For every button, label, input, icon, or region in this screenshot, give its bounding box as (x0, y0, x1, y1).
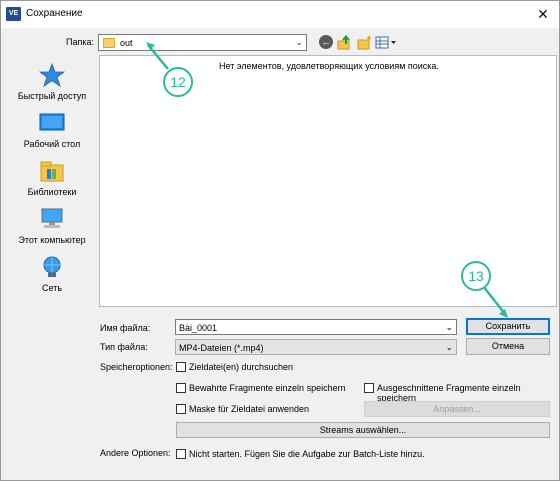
place-quick-access[interactable]: Быстрый доступ (6, 63, 98, 108)
place-label: Сеть (41, 283, 63, 293)
lookin-label: Папка: (66, 37, 94, 47)
desktop-icon (39, 113, 65, 131)
mask-checkbox[interactable] (176, 404, 186, 414)
lookin-combobox[interactable]: out ⌄ (98, 34, 307, 51)
cut-fragments-label: Ausgeschnittene Fragmente einzeln speich… (377, 383, 521, 403)
no-start-label: Nicht starten. Fügen Sie die Aufgabe zur… (189, 449, 425, 459)
filename-label: Имя файла: (100, 323, 151, 333)
folder-icon (103, 38, 115, 48)
chevron-down-icon: ⌄ (445, 322, 453, 332)
search-targets-checkbox[interactable] (176, 362, 186, 372)
new-folder-icon (357, 36, 371, 50)
chevron-down-icon: ⌄ (295, 37, 303, 47)
back-button[interactable]: ← (319, 35, 333, 49)
filetype-value: MP4-Dateien (*.mp4) (179, 343, 264, 353)
search-targets-label: Zieldatei(en) durchsuchen (189, 362, 294, 372)
close-button[interactable]: ✕ (531, 3, 555, 25)
title-bar: VE Сохранение ✕ (1, 1, 559, 28)
filetype-select[interactable]: MP4-Dateien (*.mp4) ⌄ (175, 339, 457, 355)
app-icon: VE (6, 7, 21, 21)
cut-fragments-checkbox[interactable] (364, 383, 374, 393)
filename-input[interactable]: Bài_0001 ⌄ (175, 319, 457, 335)
view-grid-icon (375, 36, 396, 49)
other-options-label: Andere Optionen: (100, 448, 171, 458)
callout-13: 13 (461, 261, 491, 291)
computer-icon (41, 208, 63, 228)
network-icon (43, 256, 61, 277)
up-folder-button[interactable] (337, 34, 352, 50)
place-desktop[interactable]: Рабочий стол (6, 111, 98, 156)
new-folder-button[interactable] (357, 35, 372, 50)
place-label: Этот компьютер (18, 235, 86, 245)
window-title: Сохранение (26, 8, 83, 19)
storage-options-label: Speicheroptionen: (100, 362, 173, 372)
chevron-down-icon: ⌄ (445, 342, 453, 352)
places-bar: Быстрый доступ Рабочий стол Библиотеки Э… (6, 55, 98, 305)
filetype-label: Тип файла: (100, 342, 148, 352)
view-menu-button[interactable] (375, 35, 397, 50)
library-icon (40, 161, 64, 182)
streams-button[interactable]: Streams auswählen... (176, 422, 550, 438)
save-dialog: VE Сохранение ✕ Папка: out ⌄ ← Быстрый д… (0, 0, 560, 481)
customize-button[interactable]: Anpassen... (364, 401, 550, 417)
filename-value: Bài_0001 (179, 323, 218, 333)
lookin-value: out (120, 38, 133, 48)
mask-label: Maske für Zieldatei anwenden (189, 404, 310, 414)
up-folder-icon (337, 34, 350, 50)
keep-fragments-checkbox[interactable] (176, 383, 186, 393)
callout-12: 12 (163, 67, 193, 97)
no-start-checkbox[interactable] (176, 449, 186, 459)
back-arrow-icon: ← (321, 37, 331, 47)
place-this-pc[interactable]: Этот компьютер (6, 207, 98, 252)
place-label: Быстрый доступ (17, 91, 87, 101)
save-button[interactable]: Сохранить (466, 318, 550, 335)
cancel-button[interactable]: Отмена (466, 338, 550, 355)
keep-fragments-label: Bewahrte Fragmente einzeln speichern (189, 383, 346, 393)
place-label: Рабочий стол (23, 139, 81, 149)
place-label: Библиотеки (27, 187, 77, 197)
place-network[interactable]: Сеть (6, 255, 98, 300)
place-libraries[interactable]: Библиотеки (6, 159, 98, 204)
star-icon (39, 63, 65, 87)
